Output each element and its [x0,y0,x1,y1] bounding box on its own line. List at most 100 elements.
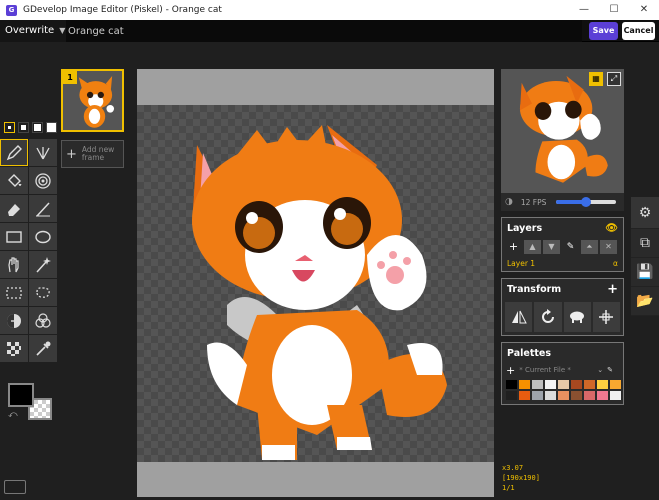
palette-swatch[interactable] [558,391,569,400]
add-palette-icon[interactable]: + [506,364,515,377]
palette-swatch[interactable] [597,380,608,389]
rectangle-tool[interactable] [0,223,28,250]
swap-colors-icon[interactable]: ⤺ [8,410,18,420]
center-button[interactable] [592,302,620,332]
primary-color-swatch[interactable] [8,383,34,407]
eraser-icon [8,203,20,216]
pen-size-1[interactable] [4,121,15,133]
palette-swatch[interactable] [571,391,582,400]
paint-bucket-tool[interactable] [0,167,28,194]
lasso-icon [36,286,50,298]
shape-selection-tool[interactable] [29,251,57,278]
frame-thumbnail[interactable]: 1 [61,69,124,132]
move-layer-up-button[interactable]: ▲ [524,240,541,254]
palettes-panel: Palettes + * Current File * ⌄ ✎ [501,342,624,405]
top-toolbar: Overwrite ▼ Save Cancel [0,19,659,42]
stroke-tool[interactable] [29,195,57,222]
pen-size-4[interactable] [46,121,57,133]
palette-swatch[interactable] [610,391,621,400]
palette-swatch[interactable] [545,380,556,389]
merge-layer-button[interactable]: ⏶ [581,240,598,254]
paint-same-color-tool[interactable] [29,167,57,194]
center-icon [599,310,614,324]
rectangle-selection-icon [6,286,22,299]
palette-swatch[interactable] [506,380,517,389]
eyedropper-icon [36,341,51,356]
mode-select-value: Overwrite [5,25,55,36]
edit-palette-icon[interactable]: ✎ [607,366,613,374]
preview-image [519,75,608,183]
palette-swatch[interactable] [532,391,543,400]
resize-icon[interactable]: ⧉ [631,229,659,258]
save-button[interactable]: Save [589,22,618,40]
move-tool[interactable] [0,251,28,278]
open-folder-icon[interactable]: 📂 [631,287,659,316]
palette-swatch[interactable] [597,391,608,400]
cancel-button[interactable]: Cancel [622,22,655,40]
pen-size-3[interactable] [32,121,43,133]
palette-swatch[interactable] [571,380,582,389]
circle-icon [35,230,51,243]
palette-swatch[interactable] [558,380,569,389]
drawing-canvas[interactable] [137,69,494,497]
pen-tool[interactable] [0,139,28,166]
palette-swatches [502,377,623,404]
palette-swatch[interactable] [610,380,621,389]
palette-select[interactable]: * Current File * [519,366,593,374]
rotate-button[interactable] [534,302,562,332]
canvas-art[interactable] [137,105,494,462]
mode-select[interactable]: Overwrite ▼ [0,19,71,42]
fps-slider[interactable] [556,197,617,207]
color-picker-tool[interactable] [29,335,57,362]
settings-gear-icon[interactable]: ⚙ [631,197,659,229]
palette-swatch[interactable] [584,391,595,400]
clone-button[interactable] [563,302,591,332]
chevron-down-icon[interactable]: ⌄ [597,366,603,374]
mirror-pen-tool[interactable] [29,139,57,166]
dithering-icon [35,312,51,328]
palette-swatch[interactable] [519,380,530,389]
palette-swatch[interactable] [532,380,543,389]
eraser-tool[interactable] [0,195,28,222]
layer-item[interactable]: Layer 1 α [502,256,623,271]
expand-icon[interactable]: ⤢ [607,72,621,86]
palette-swatch[interactable] [584,380,595,389]
circle-tool[interactable] [29,223,57,250]
plus-icon[interactable]: + [607,282,618,297]
minimize-button[interactable]: — [569,0,599,20]
grid-toggle-icon[interactable]: ▦ [589,72,603,86]
lasso-selection-tool[interactable] [29,279,57,306]
stroke-icon [36,201,50,217]
transform-title: Transform [507,283,562,295]
app-logo-icon: G [6,4,17,16]
palette-swatch[interactable] [519,391,530,400]
lighten-tool[interactable] [0,307,28,334]
dithering-tool[interactable] [29,307,57,334]
save-disk-icon[interactable]: 💾 [631,258,659,287]
add-frame-button[interactable]: + Add new frame [61,140,124,168]
layer-opacity-symbol[interactable]: α [613,259,618,268]
move-layer-down-button[interactable]: ▼ [543,240,560,254]
palette-swatch[interactable] [506,391,517,400]
hand-icon [8,256,19,272]
keyboard-shortcuts-icon[interactable] [4,480,26,494]
edit-layer-button[interactable]: ✎ [562,240,579,254]
palettes-title: Palettes [507,347,551,359]
add-layer-button[interactable]: + [505,240,522,254]
rectangle-selection-tool[interactable] [0,279,28,306]
maximize-button[interactable]: ☐ [599,0,629,20]
image-name-input[interactable] [66,20,582,42]
color-selector: ⤺ [6,380,54,424]
eye-icon[interactable]: 👁 [605,223,618,234]
rectangle-icon [6,230,22,243]
pen-size-2[interactable] [18,121,29,133]
close-window-button[interactable]: ✕ [629,0,659,20]
palette-swatch[interactable] [545,391,556,400]
add-frame-label: Add new frame [81,145,115,162]
delete-layer-button[interactable]: ✕ [600,240,617,254]
target-icon [35,172,51,189]
orange-cat-sprite [192,125,447,460]
checker-tool[interactable] [0,335,28,362]
layer-name: Layer 1 [507,259,536,268]
flip-button[interactable] [505,302,533,332]
